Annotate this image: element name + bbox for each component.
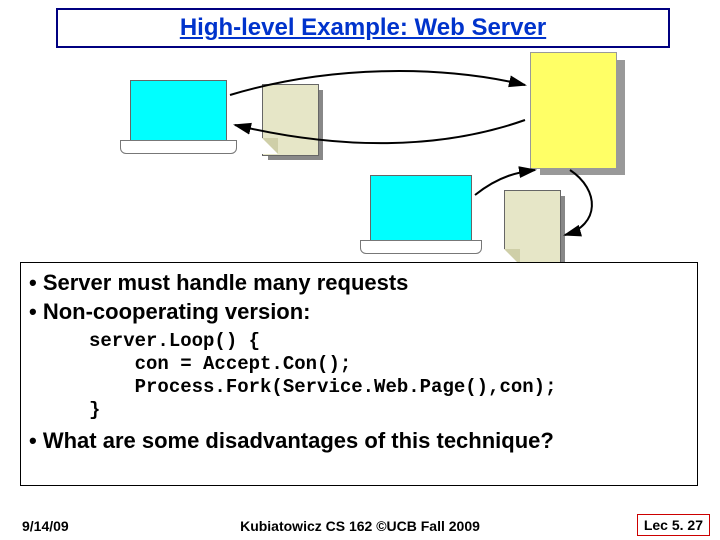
bullet-3: What are some disadvantages of this tech…: [29, 427, 689, 456]
footer-slide-number: Lec 5. 27: [637, 514, 710, 536]
code-block: server.Loop() { con = Accept.Con(); Proc…: [89, 330, 689, 421]
arrows-icon: [0, 0, 720, 300]
content-box: Server must handle many requests Non-coo…: [20, 262, 698, 486]
footer-center: Kubiatowicz CS 162 ©UCB Fall 2009: [0, 518, 720, 534]
bullet-1: Server must handle many requests: [29, 269, 689, 298]
bullet-2: Non-cooperating version:: [29, 298, 689, 327]
